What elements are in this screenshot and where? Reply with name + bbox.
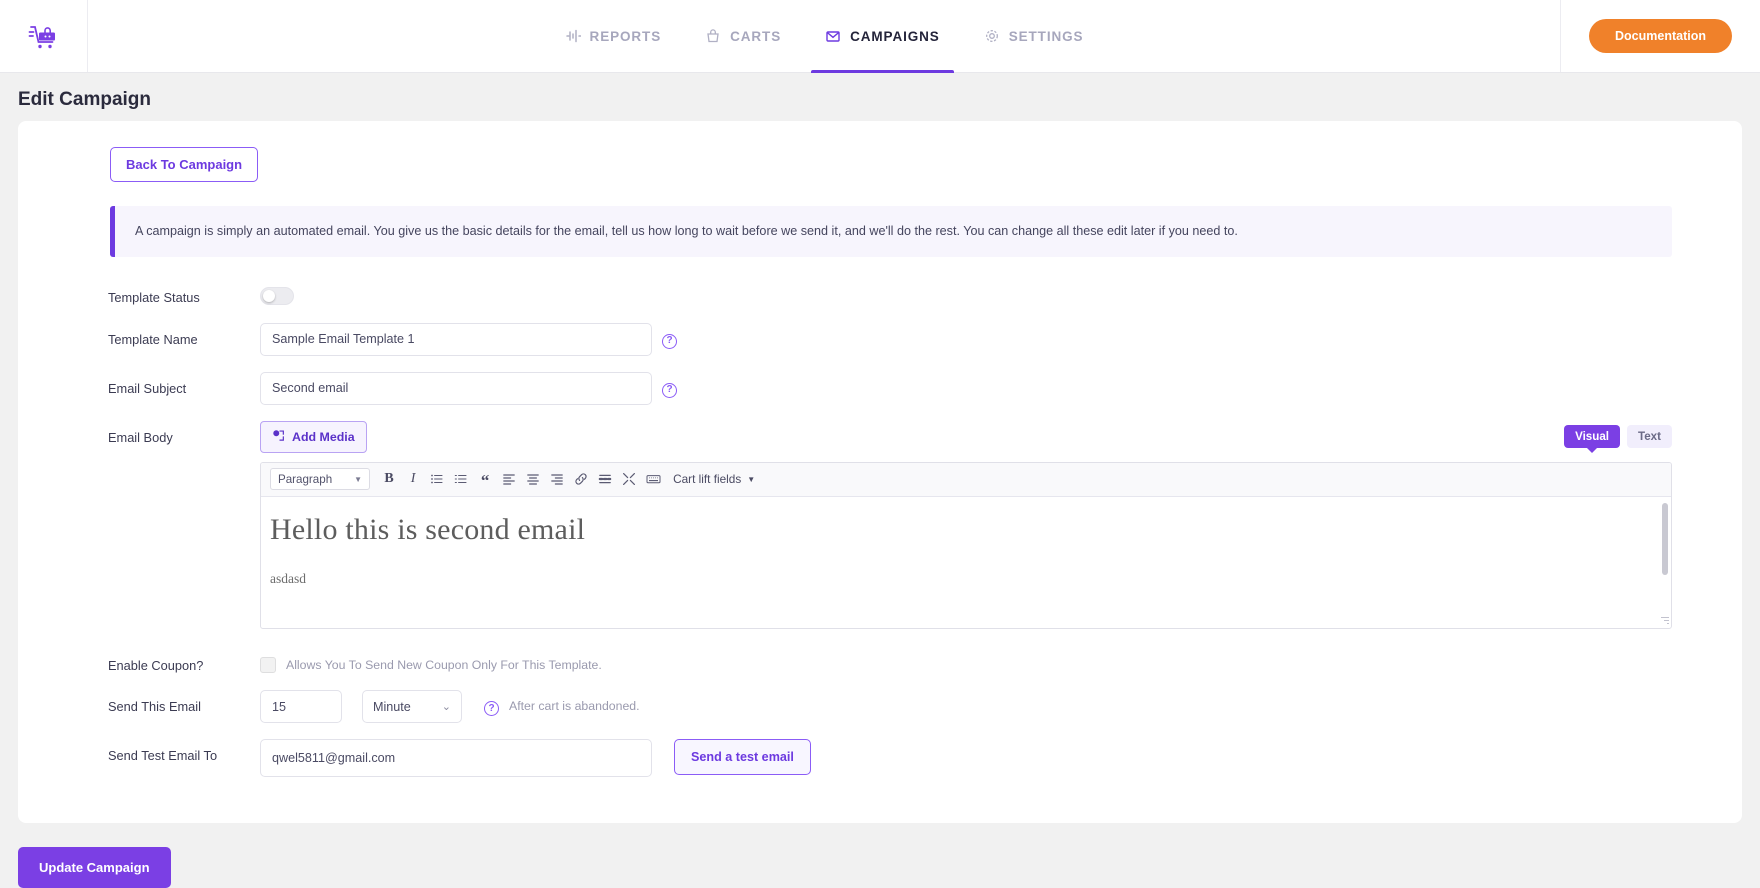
- editor-content-area[interactable]: Hello this is second email asdasd: [261, 497, 1671, 628]
- template-status-toggle[interactable]: [260, 287, 294, 305]
- cart-lift-fields-label: Cart lift fields: [673, 472, 741, 486]
- media-image-icon: [272, 429, 285, 445]
- campaign-form: Template Status Template Name ? Email Su…: [18, 281, 1742, 777]
- enable-coupon-description: Allows You To Send New Coupon Only For T…: [286, 649, 602, 672]
- fullscreen-icon[interactable]: [618, 468, 640, 490]
- info-alert: A campaign is simply an automated email.…: [110, 206, 1672, 257]
- tab-visual[interactable]: Visual: [1564, 425, 1620, 448]
- update-campaign-button[interactable]: Update Campaign: [18, 847, 171, 888]
- nav-item-carts[interactable]: CARTS: [683, 0, 803, 72]
- main-nav: REPORTS CARTS CAMPAIGNS: [88, 0, 1560, 72]
- page-title: Edit Campaign: [0, 73, 1760, 121]
- send-this-email-hint: After cart is abandoned.: [509, 690, 640, 713]
- row-email-body: Email Body Add Media: [18, 421, 1742, 629]
- basket-icon: [705, 28, 721, 44]
- label-email-body: Email Body: [108, 421, 260, 447]
- nav-label-carts: CARTS: [730, 29, 781, 44]
- envelope-icon: [825, 28, 841, 44]
- send-test-email-button[interactable]: Send a test email: [674, 739, 811, 775]
- paragraph-format-select[interactable]: Paragraph ▼: [270, 468, 370, 490]
- row-send-this-email: Send This Email Minute ⌄ ? After cart is…: [18, 690, 1742, 723]
- chevron-down-icon: ▼: [747, 475, 755, 484]
- paragraph-format-value: Paragraph: [278, 473, 332, 486]
- edit-campaign-card: Back To Campaign A campaign is simply an…: [18, 121, 1742, 823]
- row-template-name: Template Name ?: [18, 323, 1742, 356]
- wysiwyg-editor: Paragraph ▼ B I: [260, 462, 1672, 629]
- bulleted-list-icon[interactable]: [426, 468, 448, 490]
- chevron-down-icon: ⌄: [442, 700, 451, 713]
- align-left-icon[interactable]: [498, 468, 520, 490]
- email-body-editor: Add Media Visual Text Paragraph ▼ B: [260, 421, 1742, 629]
- gear-icon: [984, 28, 1000, 44]
- documentation-button[interactable]: Documentation: [1589, 19, 1732, 53]
- label-email-subject: Email Subject: [108, 372, 260, 398]
- template-name-input[interactable]: [260, 323, 652, 356]
- chevron-down-icon: ▼: [354, 475, 362, 484]
- add-media-button[interactable]: Add Media: [260, 421, 367, 453]
- row-template-status: Template Status: [18, 281, 1742, 307]
- italic-icon[interactable]: I: [402, 468, 424, 490]
- editor-scrollbar[interactable]: [1662, 503, 1668, 575]
- nav-item-campaigns[interactable]: CAMPAIGNS: [803, 0, 962, 72]
- nav-label-campaigns: CAMPAIGNS: [850, 29, 940, 44]
- editor-toolbar: Paragraph ▼ B I: [261, 463, 1671, 497]
- nav-item-reports[interactable]: REPORTS: [543, 0, 684, 72]
- editor-mode-tabs: Visual Text: [1564, 425, 1672, 448]
- label-template-name: Template Name: [108, 323, 260, 349]
- back-to-campaign-button[interactable]: Back To Campaign: [110, 147, 258, 182]
- cart-lift-fields-dropdown[interactable]: Cart lift fields ▼: [673, 472, 755, 486]
- nav-item-settings[interactable]: SETTINGS: [962, 0, 1106, 72]
- blockquote-icon[interactable]: “: [474, 468, 496, 490]
- row-enable-coupon: Enable Coupon? Allows You To Send New Co…: [18, 649, 1742, 675]
- email-subject-input[interactable]: [260, 372, 652, 405]
- editor-resize-handle[interactable]: [1660, 617, 1669, 626]
- nav-label-settings: SETTINGS: [1009, 29, 1084, 44]
- app-logo[interactable]: [0, 0, 88, 72]
- bold-icon[interactable]: B: [378, 468, 400, 490]
- insert-link-icon[interactable]: [570, 468, 592, 490]
- label-enable-coupon: Enable Coupon?: [108, 649, 260, 675]
- email-subject-help-icon[interactable]: ?: [662, 383, 677, 398]
- send-delay-amount-input[interactable]: [260, 690, 342, 723]
- send-this-email-help-icon[interactable]: ?: [484, 701, 499, 716]
- top-navigation-bar: REPORTS CARTS CAMPAIGNS: [0, 0, 1760, 73]
- editor-header: Add Media Visual Text: [260, 421, 1672, 453]
- keyboard-shortcuts-icon[interactable]: [642, 468, 664, 490]
- tab-text[interactable]: Text: [1627, 425, 1672, 448]
- row-send-test-email: Send Test Email To Send a test email: [18, 739, 1742, 777]
- documentation-cell: Documentation: [1560, 0, 1760, 72]
- editor-heading: Hello this is second email: [270, 513, 1653, 547]
- align-center-icon[interactable]: [522, 468, 544, 490]
- enable-coupon-checkbox[interactable]: [260, 657, 276, 673]
- send-test-email-input[interactable]: [260, 739, 652, 777]
- align-right-icon[interactable]: [546, 468, 568, 490]
- page-footer: Update Campaign: [0, 823, 1760, 888]
- numbered-list-icon[interactable]: [450, 468, 472, 490]
- nav-label-reports: REPORTS: [590, 29, 662, 44]
- row-email-subject: Email Subject ?: [18, 372, 1742, 405]
- add-media-label: Add Media: [292, 430, 355, 444]
- editor-paragraph: asdasd: [270, 571, 1653, 587]
- label-template-status: Template Status: [108, 281, 260, 307]
- shopping-cart-bag-logo: [27, 19, 61, 53]
- template-name-help-icon[interactable]: ?: [662, 334, 677, 349]
- send-delay-unit-value: Minute: [373, 700, 411, 714]
- label-send-test-email: Send Test Email To: [108, 739, 260, 765]
- label-send-this-email: Send This Email: [108, 690, 260, 716]
- read-more-icon[interactable]: [594, 468, 616, 490]
- chart-bars-icon: [565, 28, 581, 44]
- send-delay-unit-select[interactable]: Minute ⌄: [362, 690, 462, 723]
